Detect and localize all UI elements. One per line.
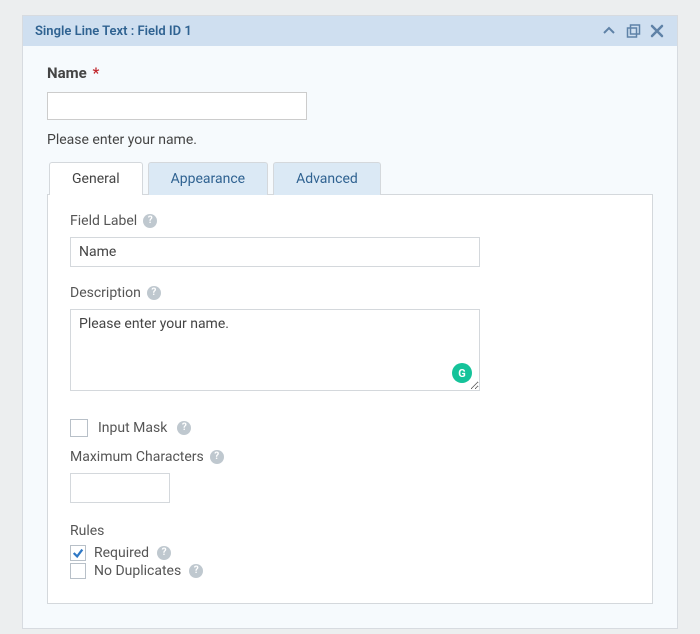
tab-advanced[interactable]: Advanced [273, 162, 381, 195]
input-mask-row: Input Mask ? [70, 419, 630, 437]
input-mask-label: Input Mask [98, 420, 167, 436]
required-asterisk: * [92, 64, 99, 82]
help-icon[interactable]: ? [143, 214, 157, 228]
tab-general[interactable]: General [49, 162, 143, 195]
help-icon[interactable]: ? [177, 421, 191, 435]
settings-tabs: General Appearance Advanced [49, 162, 653, 195]
panel-header: Single Line Text : Field ID 1 [23, 16, 677, 46]
description-caption: Description [70, 285, 141, 301]
field-label-input[interactable] [70, 237, 480, 267]
rule-required-row: Required ? [70, 545, 630, 561]
help-icon[interactable]: ? [189, 564, 203, 578]
noduplicates-checkbox[interactable] [70, 563, 86, 579]
max-chars-input[interactable] [70, 473, 170, 503]
rule-noduplicates-label: No Duplicates [94, 563, 181, 579]
duplicate-icon[interactable] [625, 23, 641, 39]
grammarly-icon[interactable]: G [452, 363, 472, 383]
field-label-caption: Field Label [70, 213, 137, 229]
close-icon[interactable] [649, 23, 665, 39]
panel-body: Name * Please enter your name. General A… [23, 46, 677, 628]
preview-description: Please enter your name. [47, 132, 653, 148]
rules-caption: Rules [70, 523, 630, 539]
preview-text-input[interactable] [47, 92, 307, 120]
required-checkbox[interactable] [70, 545, 86, 561]
panel-title: Single Line Text : Field ID 1 [35, 24, 192, 39]
preview-field-label: Name * [47, 64, 653, 82]
help-icon[interactable]: ? [147, 286, 161, 300]
field-label-caption-row: Field Label ? [70, 213, 630, 229]
field-editor-panel: Single Line Text : Field ID 1 Name * Ple… [22, 15, 678, 629]
panel-header-actions [601, 23, 665, 39]
collapse-icon[interactable] [601, 23, 617, 39]
help-icon[interactable]: ? [157, 546, 171, 560]
rule-noduplicates-row: No Duplicates ? [70, 563, 630, 579]
description-caption-row: Description ? [70, 285, 630, 301]
max-chars-row: Maximum Characters ? [70, 449, 630, 465]
tab-general-content: Field Label ? Description ? Please enter… [47, 194, 653, 604]
max-chars-label: Maximum Characters [70, 449, 204, 465]
preview-label-text: Name [47, 64, 87, 82]
description-textarea[interactable]: Please enter your name. [70, 309, 480, 391]
tab-appearance[interactable]: Appearance [148, 162, 268, 195]
help-icon[interactable]: ? [210, 450, 224, 464]
rule-required-label: Required [94, 545, 149, 561]
input-mask-checkbox[interactable] [70, 419, 88, 437]
